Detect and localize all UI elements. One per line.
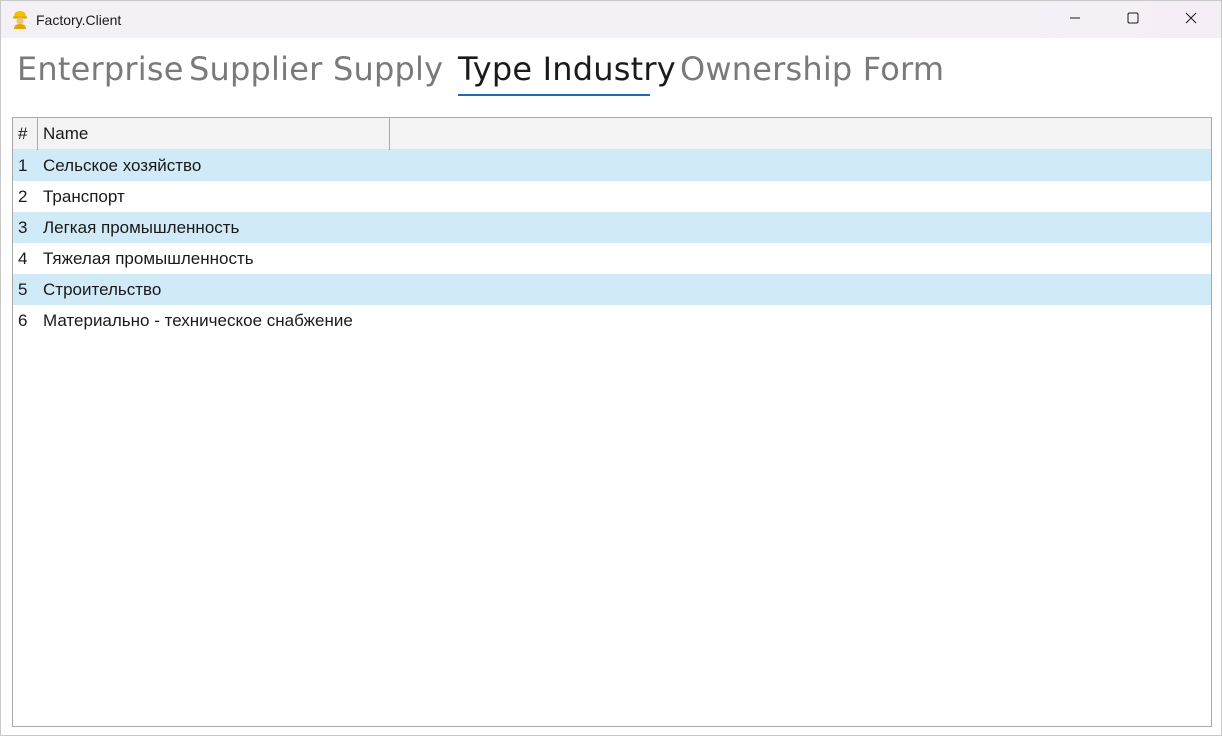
window-title: Factory.Client — [36, 12, 122, 28]
row-number: 4 — [18, 249, 28, 268]
close-icon — [1185, 11, 1197, 29]
table-row[interactable]: 1 Сельское хозяйство — [13, 150, 1211, 181]
tab-supplier[interactable]: Supplier — [189, 50, 322, 88]
table-row[interactable]: 6 Материально - техническое снабжение — [13, 305, 1211, 336]
row-number: 1 — [18, 156, 28, 175]
row-name: Тяжелая промышленность — [43, 249, 254, 268]
maximize-icon — [1127, 11, 1139, 29]
data-grid[interactable]: # Name 1 Сельское хозяйство 2 Транспорт … — [12, 117, 1212, 727]
active-tab-indicator — [458, 94, 650, 96]
row-number: 6 — [18, 311, 28, 330]
tab-type-industry[interactable]: Type Industry — [458, 50, 676, 88]
row-number: 5 — [18, 280, 28, 299]
row-number: 2 — [18, 187, 28, 206]
table-row[interactable]: 2 Транспорт — [13, 181, 1211, 212]
minimize-button[interactable] — [1046, 1, 1104, 38]
row-name: Сельское хозяйство — [43, 156, 202, 175]
row-name: Материально - техническое снабжение — [43, 311, 353, 330]
app-window: Factory.Client Enterprise Supplier Suppl… — [0, 0, 1222, 736]
maximize-button[interactable] — [1104, 1, 1162, 38]
tab-enterprise[interactable]: Enterprise — [17, 50, 184, 88]
worker-icon — [11, 10, 29, 29]
title-bar[interactable]: Factory.Client — [1, 1, 1221, 38]
grid-header: # Name — [13, 118, 1211, 150]
tab-supply[interactable]: Supply — [333, 50, 443, 88]
row-number: 3 — [18, 218, 28, 237]
minimize-icon — [1069, 11, 1081, 29]
row-name: Строительство — [43, 280, 162, 299]
table-row[interactable]: 4 Тяжелая промышленность — [13, 243, 1211, 274]
column-header-number[interactable]: # — [13, 118, 38, 150]
table-row[interactable]: 3 Легкая промышленность — [13, 212, 1211, 243]
row-name: Легкая промышленность — [43, 218, 240, 237]
tab-ownership-form[interactable]: Ownership Form — [680, 50, 944, 88]
row-name: Транспорт — [43, 187, 125, 206]
column-header-name[interactable]: Name — [38, 118, 390, 150]
close-button[interactable] — [1162, 1, 1220, 38]
table-row[interactable]: 5 Строительство — [13, 274, 1211, 305]
